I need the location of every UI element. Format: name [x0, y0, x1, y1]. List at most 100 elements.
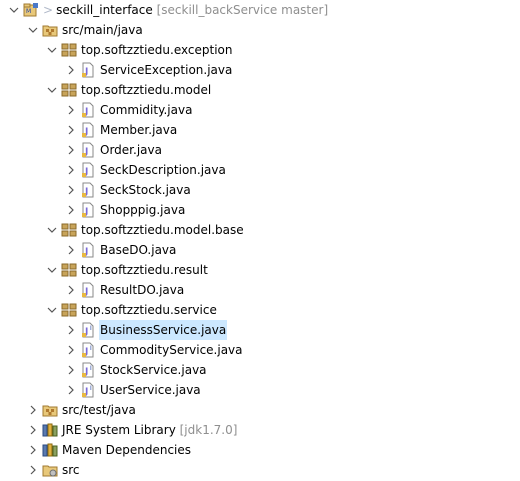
collapse-chevron-right-icon[interactable]	[28, 425, 38, 435]
collapse-chevron-right-icon[interactable]	[66, 385, 76, 395]
java-class-icon: J	[80, 162, 96, 178]
node-name: seckill_interface	[56, 3, 153, 17]
collapse-chevron-right-icon[interactable]	[66, 185, 76, 195]
node-name: StockService.java	[100, 363, 207, 377]
tree-node-label: top.softzztiedu.service	[80, 300, 218, 320]
tree-node[interactable]: J I UserService.java	[0, 380, 520, 400]
tree-node-label: ResultDO.java	[99, 280, 185, 300]
tree-node[interactable]: J ResultDO.java	[0, 280, 520, 300]
collapse-chevron-right-icon[interactable]	[66, 125, 76, 135]
svg-text:I: I	[90, 365, 92, 372]
java-interface-icon: JI	[80, 362, 96, 378]
tree-node-label: src/main/java	[61, 20, 144, 40]
node-name: top.softzztiedu.model	[81, 83, 212, 97]
java-interface-icon: JI	[80, 382, 96, 398]
expand-chevron-down-icon[interactable]	[47, 45, 57, 55]
tree-node[interactable]: M > seckill_interface [seckill_backService…	[0, 0, 520, 20]
node-name: src/test/java	[62, 403, 136, 417]
tree-node[interactable]: J ServiceException.java	[0, 60, 520, 80]
node-name: SeckDescription.java	[100, 163, 226, 177]
tree-node[interactable]: J BaseDO.java	[0, 240, 520, 260]
java-class-icon: J	[80, 122, 96, 138]
collapse-chevron-right-icon[interactable]	[66, 145, 76, 155]
tree-node[interactable]: J Shopppig.java	[0, 200, 520, 220]
tree-node[interactable]: J SeckDescription.java	[0, 160, 520, 180]
node-decoration: [jdk1.7.0]	[175, 423, 238, 437]
collapse-chevron-right-icon[interactable]	[66, 65, 76, 75]
collapse-chevron-right-icon[interactable]	[28, 465, 38, 475]
tree-node[interactable]: Maven Dependencies	[0, 440, 520, 460]
source-folder-icon	[42, 402, 58, 418]
expand-chevron-down-icon[interactable]	[47, 85, 57, 95]
tree-node[interactable]: J Member.java	[0, 120, 520, 140]
tree-node[interactable]: J I StockService.java	[0, 360, 520, 380]
tree-node[interactable]: top.softzztiedu.model.base	[0, 220, 520, 240]
library-icon	[42, 442, 58, 458]
tree-node-label: > seckill_interface [seckill_backService …	[42, 0, 329, 20]
expand-chevron-down-icon[interactable]	[47, 225, 57, 235]
java-class-icon: J	[80, 102, 96, 118]
tree-node[interactable]: J Order.java	[0, 140, 520, 160]
node-name: BaseDO.java	[100, 243, 177, 257]
tree-node-label: JRE System Library [jdk1.7.0]	[61, 420, 238, 440]
tree-node[interactable]: J I CommodityService.java	[0, 340, 520, 360]
tree-node-label: StockService.java	[99, 360, 208, 380]
collapse-chevron-right-icon[interactable]	[66, 345, 76, 355]
java-class-icon: J	[80, 62, 96, 78]
tree-node-label: top.softzztiedu.exception	[80, 40, 234, 60]
tree-node-label: BusinessService.java	[99, 320, 228, 340]
tree-node[interactable]: top.softzztiedu.result	[0, 260, 520, 280]
tree-node-label: top.softzztiedu.model	[80, 80, 212, 100]
tree-node-label: SeckDescription.java	[99, 160, 227, 180]
java-interface-icon: JI	[80, 342, 96, 358]
tree-node[interactable]: J SeckStock.java	[0, 180, 520, 200]
tree-node[interactable]: src/main/java	[0, 20, 520, 40]
tree-node-label: BaseDO.java	[99, 240, 177, 260]
tree-node-label: Member.java	[99, 120, 178, 140]
tree-node[interactable]: J I BusinessService.java	[0, 320, 520, 340]
expand-chevron-down-icon[interactable]	[47, 265, 57, 275]
node-name: src/main/java	[62, 23, 143, 37]
tree-node-label: Shopppig.java	[99, 200, 186, 220]
java-class-icon: J	[80, 202, 96, 218]
collapse-chevron-right-icon[interactable]	[66, 205, 76, 215]
package-icon	[61, 42, 77, 58]
tree-node[interactable]: src/test/java	[0, 400, 520, 420]
node-name: src	[62, 463, 80, 477]
dirty-marker: >	[43, 3, 54, 17]
collapse-chevron-right-icon[interactable]	[66, 285, 76, 295]
node-name: top.softzztiedu.exception	[81, 43, 233, 57]
collapse-chevron-right-icon[interactable]	[66, 325, 76, 335]
tree-node-label: src/test/java	[61, 400, 137, 420]
package-icon	[61, 222, 77, 238]
tree-node-label: SeckStock.java	[99, 180, 192, 200]
svg-text:M: M	[26, 8, 31, 15]
node-name: ResultDO.java	[100, 283, 185, 297]
tree-node[interactable]: JRE System Library [jdk1.7.0]	[0, 420, 520, 440]
expand-chevron-down-icon[interactable]	[47, 305, 57, 315]
package-icon	[61, 82, 77, 98]
node-name: JRE System Library	[62, 423, 176, 437]
package-icon	[61, 302, 77, 318]
tree-node[interactable]: src	[0, 460, 520, 480]
collapse-chevron-right-icon[interactable]	[66, 105, 76, 115]
node-name: UserService.java	[100, 383, 201, 397]
folder-icon	[42, 462, 58, 478]
collapse-chevron-right-icon[interactable]	[66, 245, 76, 255]
tree-node-label: Order.java	[99, 140, 163, 160]
collapse-chevron-right-icon[interactable]	[66, 365, 76, 375]
collapse-chevron-right-icon[interactable]	[66, 165, 76, 175]
expand-chevron-down-icon[interactable]	[28, 25, 38, 35]
tree-node[interactable]: top.softzztiedu.exception	[0, 40, 520, 60]
expand-chevron-down-icon[interactable]	[9, 5, 19, 15]
tree-node[interactable]: J Commidity.java	[0, 100, 520, 120]
collapse-chevron-right-icon[interactable]	[28, 445, 38, 455]
tree-node[interactable]: top.softzztiedu.service	[0, 300, 520, 320]
node-name: Order.java	[100, 143, 162, 157]
node-name: Commidity.java	[100, 103, 193, 117]
tree-node[interactable]: top.softzztiedu.model	[0, 80, 520, 100]
tree-node-label: Commidity.java	[99, 100, 193, 120]
collapse-chevron-right-icon[interactable]	[28, 405, 38, 415]
java-class-icon: J	[80, 182, 96, 198]
node-name: CommodityService.java	[100, 343, 243, 357]
